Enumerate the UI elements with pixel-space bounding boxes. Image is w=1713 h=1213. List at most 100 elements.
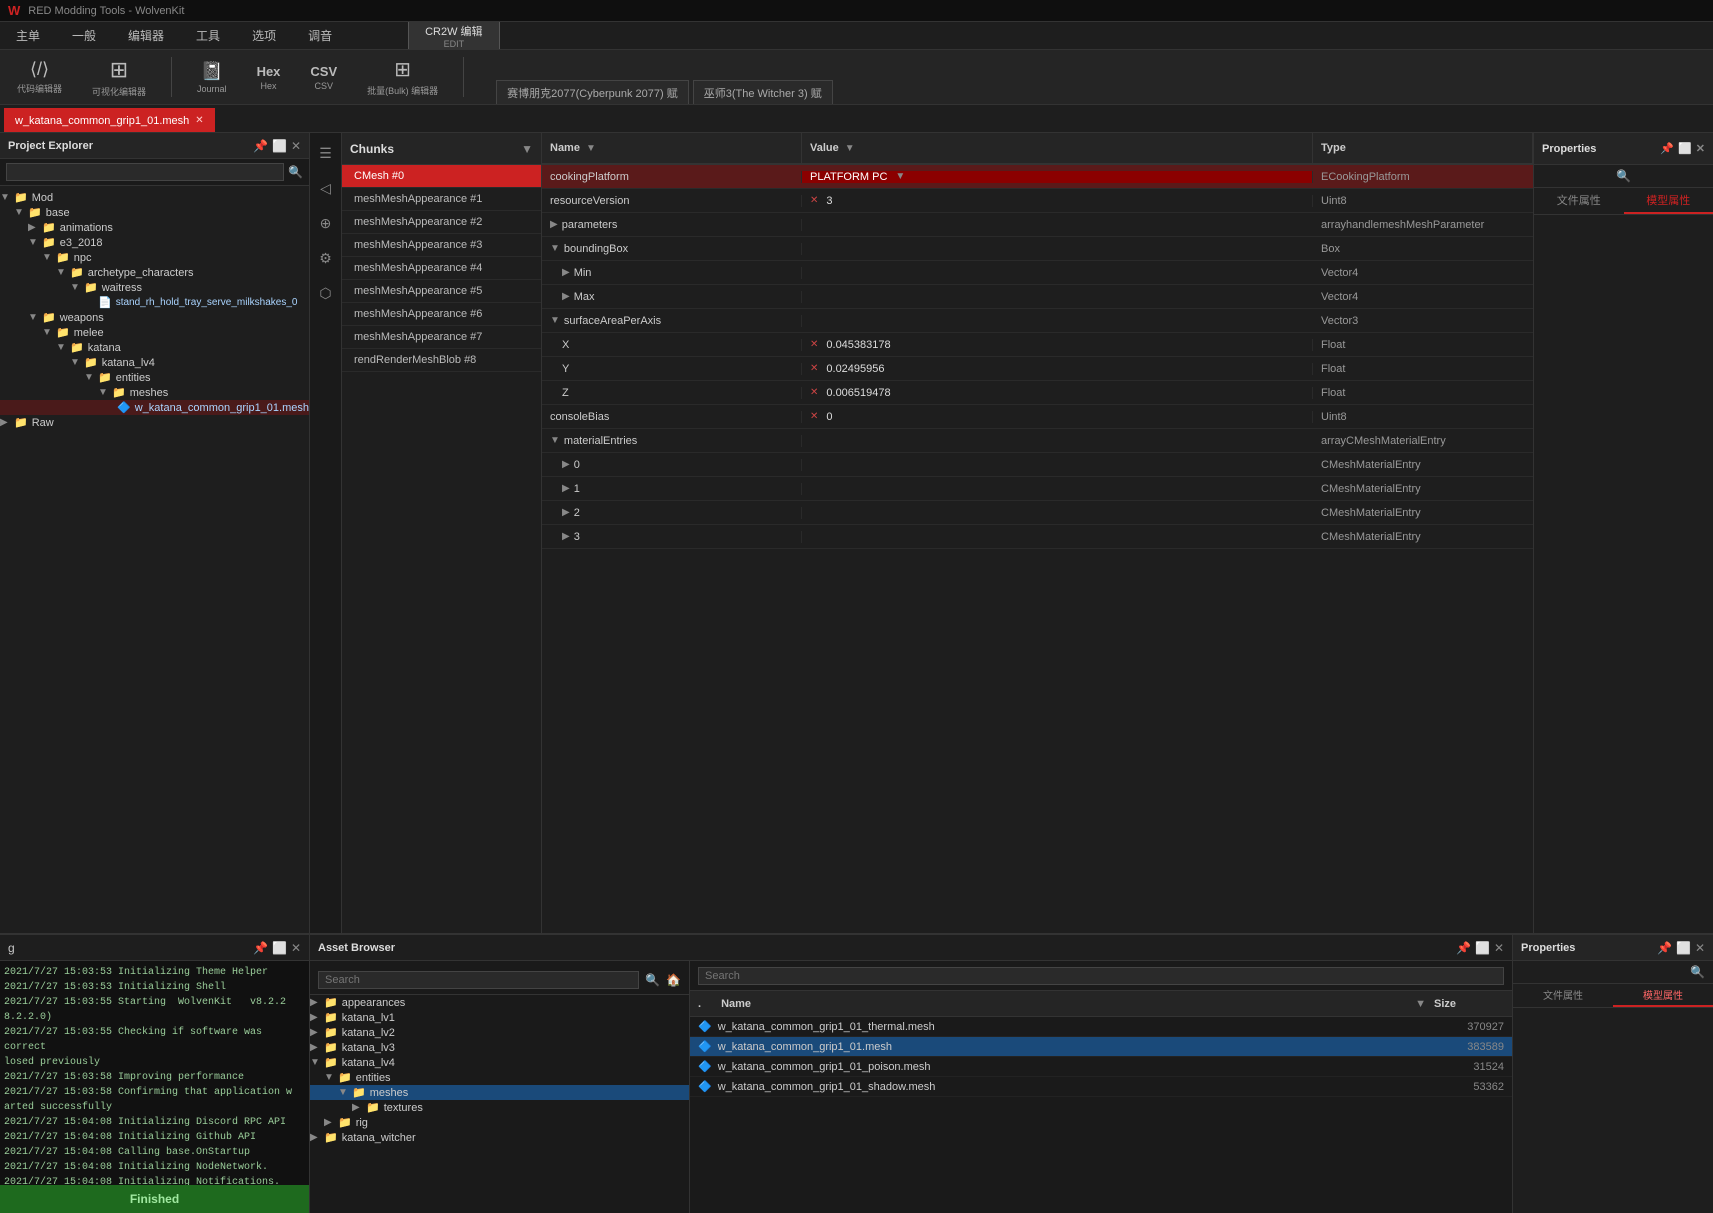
toolbar-bulk[interactable]: ⊞ 批量(Bulk) 编辑器 (358, 52, 447, 102)
tree-item-npc[interactable]: ▼ 📁 npc (0, 250, 309, 265)
expand-boundingbox-icon[interactable]: ▼ (550, 243, 560, 254)
expand-melee-icon[interactable]: ▼ (42, 327, 56, 338)
expand-katana-lv1-icon[interactable]: ▶ (310, 1012, 324, 1023)
log-max-icon[interactable]: ⬜ (272, 941, 287, 955)
expand-surfacearea-icon[interactable]: ▼ (550, 315, 560, 326)
rp-tab-fileprops[interactable]: 文件属性 (1513, 984, 1613, 1007)
chunk-item-meshapp6[interactable]: meshMeshAppearance #6 (342, 303, 541, 326)
prop-row-mat3[interactable]: ▶ 3 CMeshMaterialEntry (542, 525, 1533, 549)
expand-archetype-icon[interactable]: ▼ (56, 267, 70, 278)
rsidebar-tab-fileprops[interactable]: 文件属性 (1534, 188, 1624, 214)
log-pin-icon[interactable]: 📌 (253, 941, 268, 955)
expand-waitress-icon[interactable]: ▼ (70, 282, 84, 293)
right-sidebar-max-icon[interactable]: ⬜ (1678, 142, 1692, 155)
toolbar-csv[interactable]: CSV CSV (301, 59, 346, 96)
expand-asset-meshes-icon[interactable]: ▼ (338, 1087, 352, 1098)
prop-row-y[interactable]: Y ✕ 0.02495956 Float (542, 357, 1533, 381)
tree-item-entities[interactable]: ▼ 📁 entities (0, 370, 309, 385)
expand-raw-icon[interactable]: ▶ (0, 417, 14, 428)
chunk-item-meshapp2[interactable]: meshMeshAppearance #2 (342, 211, 541, 234)
prop-value-resourceversion[interactable]: ✕ 3 (802, 195, 1313, 207)
expand-e3-icon[interactable]: ▼ (28, 237, 42, 248)
asset-tree-rig[interactable]: ▶ 📁 rig (310, 1115, 689, 1130)
tree-item-standrh[interactable]: ▶ 📄 stand_rh_hold_tray_serve_milkshakes_… (0, 295, 309, 310)
asset-browser-pin-icon[interactable]: 📌 (1456, 941, 1471, 955)
expand-katana-lv4-icon[interactable]: ▼ (70, 357, 84, 368)
expand-asset-entities-icon[interactable]: ▼ (324, 1072, 338, 1083)
expand-asset-katana-witcher-icon[interactable]: ▶ (310, 1132, 324, 1143)
close-panel-icon[interactable]: ✕ (291, 139, 301, 153)
search-icon[interactable]: 🔍 (288, 165, 303, 179)
right-props-max-icon[interactable]: ⬜ (1676, 941, 1691, 955)
back-icon[interactable]: ◁ (316, 176, 335, 201)
doc-tab-cyberpunk[interactable]: 赛博朋克2077(Cyberpunk 2077) 赋 (496, 80, 689, 104)
x-x-icon[interactable]: ✕ (810, 339, 818, 350)
pin-icon[interactable]: 📌 (253, 139, 268, 153)
menu-tab-general[interactable]: 一般 (56, 22, 112, 49)
expand-weapons-icon[interactable]: ▼ (28, 312, 42, 323)
expand-asset-rig-icon[interactable]: ▶ (324, 1117, 338, 1128)
maximize-icon[interactable]: ⬜ (272, 139, 287, 153)
expand-animations-icon[interactable]: ▶ (28, 222, 42, 233)
x-resourceversion-icon[interactable]: ✕ (810, 195, 818, 206)
prop-row-z[interactable]: Z ✕ 0.006519478 Float (542, 381, 1533, 405)
asset-file-thermal[interactable]: 🔷 w_katana_common_grip1_01_thermal.mesh … (690, 1017, 1512, 1037)
chunk-item-meshapp3[interactable]: meshMeshAppearance #3 (342, 234, 541, 257)
prop-row-mat2[interactable]: ▶ 2 CMeshMaterialEntry (542, 501, 1533, 525)
asset-browser-close-icon[interactable]: ✕ (1494, 941, 1504, 955)
layers-icon[interactable]: ⊕ (316, 211, 336, 236)
dropdown-cookingplatform-icon[interactable]: ▼ (895, 171, 905, 182)
asset-tree-katana-witcher[interactable]: ▶ 📁 katana_witcher (310, 1130, 689, 1145)
expand-appearances-icon[interactable]: ▶ (310, 997, 324, 1008)
right-props-search-icon[interactable]: 🔍 (1690, 965, 1705, 979)
expand-mat2-icon[interactable]: ▶ (562, 507, 570, 518)
prop-value-z[interactable]: ✕ 0.006519478 (802, 387, 1313, 399)
prop-row-mat1[interactable]: ▶ 1 CMeshMaterialEntry (542, 477, 1533, 501)
menu-tab-home[interactable]: 主单 (0, 22, 56, 49)
tree-item-waitress[interactable]: ▼ 📁 waitress (0, 280, 309, 295)
expand-mod-icon[interactable]: ▼ (0, 192, 14, 203)
asset-tree-textures[interactable]: ▶ 📁 textures (310, 1100, 689, 1115)
expand-meshes-icon[interactable]: ▼ (98, 387, 112, 398)
expand-mat1-icon[interactable]: ▶ (562, 483, 570, 494)
asset-tree-katana-lv2[interactable]: ▶ 📁 katana_lv2 (310, 1025, 689, 1040)
asset-file-poison[interactable]: 🔷 w_katana_common_grip1_01_poison.mesh 3… (690, 1057, 1512, 1077)
chunk-item-rendmeshblob8[interactable]: rendRenderMeshBlob #8 (342, 349, 541, 372)
expand-npc-icon[interactable]: ▼ (42, 252, 56, 263)
asset-files-filter-icon[interactable]: ▼ (1415, 998, 1426, 1010)
toolbar-journal[interactable]: 📓 Journal (188, 56, 236, 99)
project-search-input[interactable] (6, 163, 284, 181)
cr2w-tab-label[interactable]: CR2W 编辑 (425, 23, 482, 39)
tree-item-weapons[interactable]: ▼ 📁 weapons (0, 310, 309, 325)
settings-icon[interactable]: ⚙ (315, 246, 336, 271)
expand-entities-icon[interactable]: ▼ (84, 372, 98, 383)
asset-file-common[interactable]: 🔷 w_katana_common_grip1_01.mesh 383589 (690, 1037, 1512, 1057)
toolbar-visual-editor[interactable]: ⊞ 可视化编辑器 (83, 52, 155, 103)
tree-item-base[interactable]: ▼ 📁 base (0, 205, 309, 220)
expand-asset-katana-lv4-icon[interactable]: ▼ (310, 1057, 324, 1068)
close-tab-icon[interactable]: ✕ (195, 116, 203, 126)
prop-row-surfacearea[interactable]: ▼ surfaceAreaPerAxis Vector3 (542, 309, 1533, 333)
rsidebar-tab-modelprops[interactable]: 模型属性 (1624, 188, 1713, 214)
prop-row-boundingbox[interactable]: ▼ boundingBox Box (542, 237, 1533, 261)
x-y-icon[interactable]: ✕ (810, 363, 818, 374)
prop-row-x[interactable]: X ✕ 0.045383178 Float (542, 333, 1533, 357)
props-value-filter-icon[interactable]: ▼ (845, 143, 855, 154)
prop-value-y[interactable]: ✕ 0.02495956 (802, 363, 1313, 375)
asset-home-icon[interactable]: 🏠 (666, 973, 681, 987)
right-props-pin-icon[interactable]: 📌 (1657, 941, 1672, 955)
asset-tree-meshes[interactable]: ▼ 📁 meshes (310, 1085, 689, 1100)
chunk-item-meshapp4[interactable]: meshMeshAppearance #4 (342, 257, 541, 280)
asset-tree-entities[interactable]: ▼ 📁 entities (310, 1070, 689, 1085)
right-sidebar-search-icon[interactable]: 🔍 (1616, 169, 1631, 183)
right-sidebar-pin-icon[interactable]: 📌 (1660, 142, 1674, 155)
asset-tree-katana-lv4[interactable]: ▼ 📁 katana_lv4 (310, 1055, 689, 1070)
tree-item-raw[interactable]: ▶ 📁 Raw (0, 415, 309, 430)
asset-left-search-icon[interactable]: 🔍 (645, 973, 660, 987)
active-file-tab[interactable]: w_katana_common_grip1_01.mesh ✕ (4, 108, 215, 132)
rp-tab-modelprops[interactable]: 模型属性 (1613, 984, 1713, 1007)
prop-row-mat0[interactable]: ▶ 0 CMeshMaterialEntry (542, 453, 1533, 477)
tree-item-mod[interactable]: ▼ 📁 Mod (0, 190, 309, 205)
prop-row-resourceversion[interactable]: resourceVersion ✕ 3 Uint8 (542, 189, 1533, 213)
tree-item-katana-lv4[interactable]: ▼ 📁 katana_lv4 (0, 355, 309, 370)
